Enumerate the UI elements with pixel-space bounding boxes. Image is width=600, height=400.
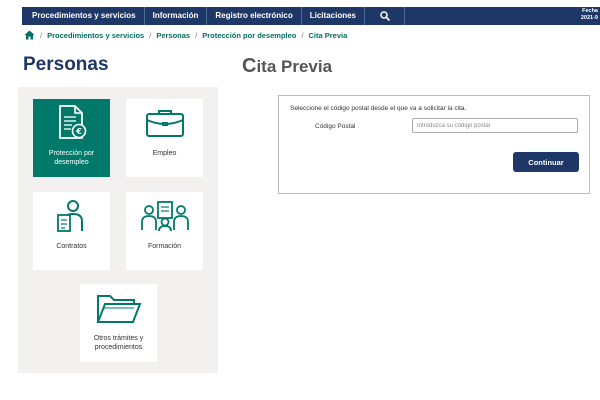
home-icon[interactable] [24, 30, 35, 40]
section-title-rest: ita Previa [256, 57, 333, 76]
nav-search-button[interactable] [365, 7, 405, 25]
postal-code-label: Código Postal [315, 123, 356, 130]
tile-label: Formación [147, 243, 182, 250]
section-title-initial: C [242, 55, 257, 77]
breadcrumb-item-personas[interactable]: Personas [156, 31, 190, 40]
top-bar: Procedimientos y servicios Información R… [0, 0, 600, 25]
nav-item-registro[interactable]: Registro electrónico [207, 7, 302, 25]
svg-text:€: € [75, 127, 82, 136]
date-label: Fecha [582, 8, 598, 14]
breadcrumb-item-cita-previa[interactable]: Cita Previa [309, 31, 348, 40]
nav-item-licitaciones[interactable]: Licitaciones [302, 7, 365, 25]
section-title: Cita Previa [242, 55, 332, 78]
continue-button[interactable]: Continuar [513, 152, 579, 172]
breadcrumb-separator: / [40, 30, 43, 40]
postal-code-input[interactable] [412, 118, 578, 133]
briefcase-icon [145, 110, 184, 137]
folder-icon [96, 295, 141, 323]
tile-label: Otros trámites y procedimientos [93, 335, 144, 351]
page-title: Personas [23, 54, 109, 75]
breadcrumb-separator: / [301, 30, 304, 40]
person-document-icon [56, 200, 83, 232]
breadcrumb-item-procedimientos[interactable]: Procedimientos y servicios [47, 31, 144, 40]
search-icon [379, 11, 390, 21]
breadcrumb: / Procedimientos y servicios / Personas … [24, 29, 347, 41]
tile-label: Contratos [56, 243, 87, 250]
category-panel: € Protección por desempleo Empleo Contra… [18, 87, 218, 373]
nav-item-procedimientos[interactable]: Procedimientos y servicios [22, 7, 145, 25]
tile-contratos[interactable]: Contratos [33, 192, 110, 270]
date-display: Fecha 2021-9 [581, 8, 598, 22]
breadcrumb-item-proteccion[interactable]: Protección por desempleo [202, 31, 296, 40]
form-instructions: Seleccione el código postal desde el que… [290, 105, 467, 112]
main-nav: Procedimientos y servicios Información R… [22, 7, 600, 25]
cita-previa-form: Seleccione el código postal desde el que… [278, 95, 590, 194]
document-euro-icon: € [58, 105, 86, 139]
tile-formacion[interactable]: Formación [126, 192, 203, 270]
breadcrumb-separator: / [195, 30, 198, 40]
classroom-icon [140, 201, 189, 232]
tile-proteccion-desempleo[interactable]: € Protección por desempleo [33, 99, 110, 177]
nav-item-informacion[interactable]: Información [145, 7, 208, 25]
date-value: 2021-9 [580, 15, 598, 21]
tile-empleo[interactable]: Empleo [126, 99, 203, 177]
breadcrumb-separator: / [149, 30, 152, 40]
tile-otros-tramites[interactable]: Otros trámites y procedimientos [80, 284, 157, 362]
tile-label: Empleo [152, 150, 177, 157]
tile-label: Protección por desempleo [48, 150, 95, 166]
